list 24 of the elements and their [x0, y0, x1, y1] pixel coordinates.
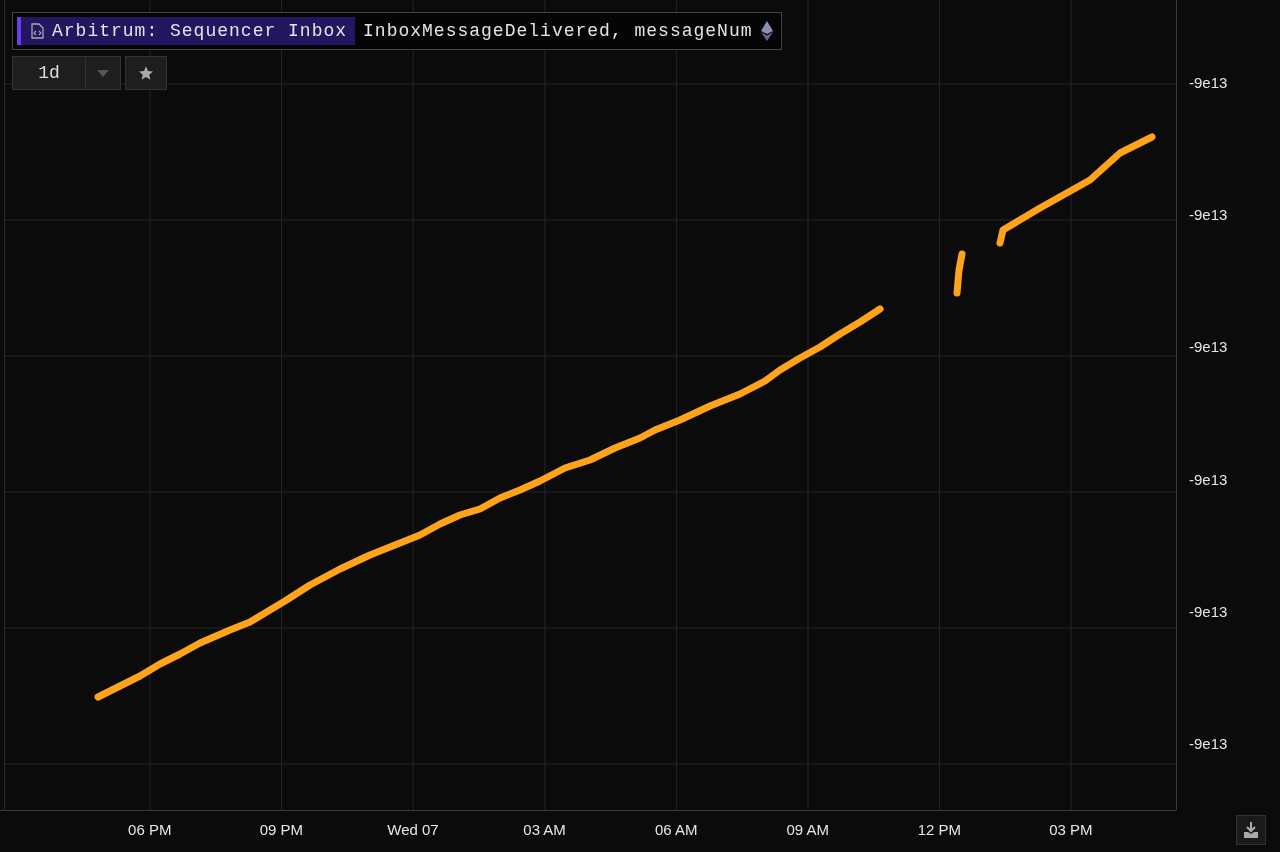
y-axis-label: -9e13: [1189, 73, 1228, 91]
caret-icon: [97, 69, 109, 77]
x-axis-label: 09 PM: [259, 821, 304, 840]
star-icon: [138, 65, 154, 81]
x-axis-label: Wed 07: [387, 821, 439, 840]
code-file-icon: [31, 23, 44, 39]
download-icon: [1242, 821, 1260, 839]
x-axis-label: 12 PM: [917, 821, 962, 840]
event-field-label: InboxMessageDelivered, messageNum: [363, 21, 753, 41]
favorite-button[interactable]: [125, 56, 167, 90]
y-axis-label: -9e13: [1189, 470, 1228, 488]
x-axis-label: 09 AM: [786, 821, 830, 840]
diamond-icon: [760, 21, 773, 41]
contract-name: Arbitrum: Sequencer Inbox: [52, 21, 348, 41]
x-axis-label: 03 PM: [1049, 821, 1093, 840]
x-axis-label: 03 AM: [523, 821, 566, 840]
download-button[interactable]: [1236, 815, 1266, 845]
y-axis-label: -9e13: [1189, 735, 1228, 753]
x-axis-label: 06 AM: [654, 821, 698, 840]
range-dropdown[interactable]: 1d: [12, 56, 121, 90]
x-axis-label: 06 PM: [128, 821, 172, 840]
y-axis-label: -9e13: [1189, 602, 1228, 620]
y-axis-label: -9e13: [1189, 338, 1228, 356]
y-axis-label: -9e13: [1189, 206, 1228, 223]
